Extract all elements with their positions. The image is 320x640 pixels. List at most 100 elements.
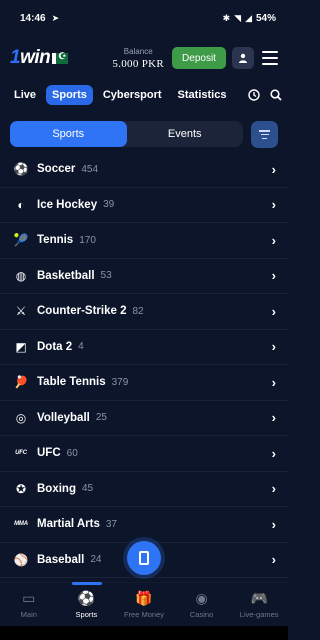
brand-logo[interactable]: 1 win (10, 47, 69, 69)
sport-event-count: 39 (103, 199, 115, 211)
sport-event-count: 60 (66, 447, 78, 459)
martial-arts-icon: MMA (14, 521, 28, 528)
nav-live-games[interactable]: 🎮 Live-games (230, 583, 288, 626)
sport-row-tennis[interactable]: 🎾 Tennis 170 › (0, 223, 288, 259)
sport-event-count: 4 (78, 341, 84, 353)
sport-name: Boxing (37, 482, 76, 495)
nav-casino[interactable]: ◉ Casino (173, 583, 231, 626)
sport-row-table-tennis[interactable]: 🏓 Table Tennis 379 › (0, 365, 288, 401)
active-tab-indicator (72, 582, 102, 585)
chevron-right-icon: › (271, 374, 276, 390)
bet-slip-button[interactable] (127, 541, 161, 575)
deposit-button[interactable]: Deposit (172, 47, 226, 69)
chevron-right-icon: › (271, 516, 276, 532)
menu-line (262, 51, 278, 53)
logo-one: 1 (10, 47, 21, 68)
dota-icon: ◩ (15, 339, 27, 354)
sports-events-toggle: Sports Events (10, 121, 243, 147)
sport-name: Tennis (37, 234, 74, 247)
nav-casino-label: Casino (189, 609, 214, 619)
casino-chip-icon: ◉ (195, 590, 208, 606)
sport-name: Counter-Strike 2 (37, 305, 127, 318)
status-bar: 14:46 ➤ ✱ ◥ ◢ 54% (0, 0, 288, 36)
sport-event-count: 53 (100, 270, 112, 282)
system-nav-bar (0, 626, 288, 640)
sport-name: Volleyball (37, 411, 90, 424)
sport-name: Ice Hockey (37, 198, 98, 211)
gamepad-icon: 🎮 (250, 590, 268, 606)
tab-cybersport[interactable]: Cybersport (97, 85, 168, 105)
sport-name: Soccer (37, 163, 76, 176)
sport-row-dota-2[interactable]: ◩ Dota 2 4 › (0, 330, 288, 365)
sport-row-boxing[interactable]: ✪ Boxing 45 › (0, 472, 288, 507)
sport-name: Dota 2 (37, 340, 73, 353)
sport-event-count: 25 (95, 412, 107, 424)
user-icon (239, 53, 247, 63)
chevron-right-icon: › (271, 445, 276, 461)
sport-row-soccer[interactable]: ⚽ Soccer 454 › (0, 152, 288, 188)
sport-name: Baseball (37, 553, 85, 566)
signal-icon: ◢ (245, 12, 252, 23)
tab-sports[interactable]: Sports (46, 85, 93, 105)
sport-row-martial-arts[interactable]: MMA Martial Arts 37 › (0, 507, 288, 543)
sport-name: Table Tennis (37, 376, 106, 389)
menu-line (262, 63, 278, 65)
profile-button[interactable] (232, 47, 254, 69)
chevron-right-icon: › (271, 303, 276, 319)
basketball-icon: ◍ (15, 268, 27, 283)
nav-free-money-label: Free Money (123, 609, 164, 619)
wifi-icon: ◥ (234, 12, 242, 23)
home-icon: ▭ (22, 590, 36, 606)
search-icon[interactable] (270, 89, 282, 101)
soccer-icon: ⚽ (13, 162, 29, 177)
tab-live[interactable]: Live (8, 85, 42, 105)
nav-sports-label: Sports (75, 609, 98, 619)
gift-icon: 🎁 (135, 590, 153, 606)
baseball-icon: ⚾ (13, 552, 29, 567)
counter-strike-icon: ⚔ (15, 304, 27, 319)
table-tennis-icon: 🏓 (13, 375, 29, 390)
tennis-icon: 🎾 (13, 233, 29, 248)
menu-button[interactable] (262, 51, 278, 65)
sport-row-basketball[interactable]: ◍ Basketball 53 › (0, 259, 288, 294)
volleyball-icon: ◎ (15, 410, 27, 425)
sport-event-count: 170 (79, 234, 96, 246)
menu-line (262, 57, 278, 59)
telegram-icon: ➤ (51, 12, 60, 23)
segment-sports[interactable]: Sports (10, 121, 127, 147)
sport-row-volleyball[interactable]: ◎ Volleyball 25 › (0, 401, 288, 436)
nav-sports[interactable]: ⚽ Sports (58, 583, 116, 626)
tab-statistics[interactable]: Statistics (172, 85, 233, 105)
chevron-right-icon: › (271, 481, 276, 497)
bluetooth-icon: ✱ (222, 12, 231, 23)
status-time: 14:46 (20, 12, 46, 24)
sports-list: ⚽ Soccer 454 › ◐ Ice Hockey 39 › 🎾 Tennis 170 › ◍ Bas… (0, 152, 288, 578)
sport-row-counter-strike-2[interactable]: ⚔ Counter-Strike 2 82 › (0, 294, 288, 330)
sport-event-count: 24 (90, 554, 102, 566)
top-tabs: Live Sports Cybersport Statistics (0, 82, 288, 108)
balance-label: Balance (123, 46, 153, 56)
segment-events[interactable]: Events (127, 121, 244, 147)
sport-event-count: 454 (81, 163, 99, 175)
ufc-icon: UFC (15, 450, 27, 457)
chevron-right-icon: › (271, 339, 276, 355)
nav-free-money[interactable]: 🎁 Free Money (115, 583, 173, 626)
chevron-right-icon: › (271, 268, 276, 284)
sport-event-count: 45 (81, 483, 94, 495)
balance-value: 5.000 PKR (112, 57, 164, 70)
chevron-right-icon: › (271, 552, 276, 568)
sport-row-ufc[interactable]: UFC UFC 60 › (0, 436, 288, 472)
clock-icon[interactable] (248, 89, 260, 101)
sport-row-ice-hockey[interactable]: ◐ Ice Hockey 39 › (0, 188, 288, 223)
filter-button[interactable] (251, 121, 278, 148)
sport-name: UFC (37, 447, 61, 460)
pakistan-flag-icon (52, 51, 69, 64)
bottom-navigation: ▭ Main ⚽ Sports 🎁 Free Money ◉ Casino 🎮 … (0, 582, 288, 626)
chevron-right-icon: › (271, 161, 276, 177)
sport-name: Basketball (37, 269, 95, 282)
battery-level: 54% (255, 12, 276, 24)
nav-main[interactable]: ▭ Main (0, 583, 58, 626)
filter-icon (259, 130, 270, 139)
soccer-ball-icon: ⚽ (77, 590, 96, 606)
logo-win: win (20, 47, 51, 68)
